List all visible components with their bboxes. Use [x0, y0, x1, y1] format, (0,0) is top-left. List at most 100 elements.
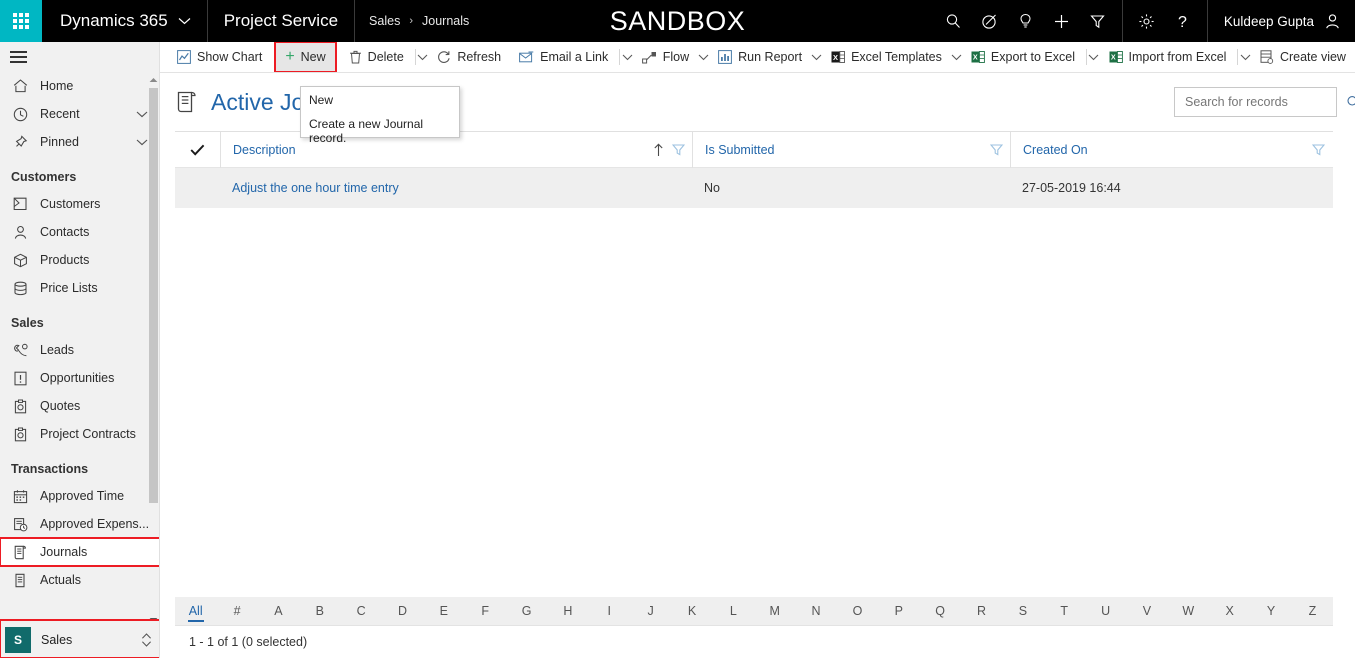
sidebar-item-journals[interactable]: Journals — [0, 538, 160, 566]
delete-button[interactable]: Delete — [340, 43, 413, 71]
email-a-link-button[interactable]: Email a Link — [510, 43, 617, 71]
create-view-button[interactable]: Create view — [1251, 43, 1355, 71]
refresh-button[interactable]: Refresh — [428, 43, 510, 71]
sidebar-item-leads[interactable]: Leads — [0, 336, 160, 364]
plus-icon[interactable] — [1044, 0, 1080, 42]
command-divider-4 — [1237, 49, 1238, 65]
sidebar-item-pinned[interactable]: Pinned — [0, 128, 160, 156]
filter-icon[interactable] — [1312, 143, 1325, 156]
sidebar-group-customers: Customers — [0, 156, 160, 190]
select-all-checkbox[interactable] — [175, 144, 220, 156]
lightbulb-icon[interactable] — [1008, 0, 1044, 42]
alpha-filter-n[interactable]: N — [795, 597, 836, 625]
filter-icon[interactable] — [1080, 0, 1116, 42]
filter-icon[interactable] — [672, 143, 685, 156]
alpha-filter-f[interactable]: F — [465, 597, 506, 625]
row-description-link[interactable]: Adjust the one hour time entry — [232, 181, 399, 195]
alpha-filter-y[interactable]: Y — [1250, 597, 1291, 625]
up-down-chevron-icon[interactable] — [141, 632, 152, 648]
grid-column-description-label: Description — [233, 143, 296, 157]
table-row[interactable]: Adjust the one hour time entry No 27-05-… — [175, 168, 1333, 208]
email-overflow-chevron-icon[interactable] — [622, 43, 633, 71]
run-report-button[interactable]: Run Report — [709, 43, 811, 71]
flow-button[interactable]: Flow — [633, 43, 698, 71]
scroll-up-icon[interactable] — [148, 74, 159, 85]
sidebar-item-home[interactable]: Home — [0, 72, 160, 100]
grid-column-is-submitted[interactable]: Is Submitted — [692, 132, 1010, 168]
alpha-filter-g[interactable]: G — [506, 597, 547, 625]
excel-templates-button[interactable]: X Excel Templates — [822, 43, 951, 71]
sidebar-item-price-lists[interactable]: Price Lists — [0, 274, 160, 302]
alpha-filter-q[interactable]: Q — [919, 597, 960, 625]
sidebar-item-approved-time[interactable]: Approved Time — [0, 482, 160, 510]
alpha-filter-p[interactable]: P — [878, 597, 919, 625]
area-switcher[interactable]: S Sales — [0, 620, 160, 658]
alpha-filter-e[interactable]: E — [423, 597, 464, 625]
waffle-menu-button[interactable] — [0, 0, 42, 42]
sidebar-item-recent[interactable]: Recent — [0, 100, 160, 128]
run-report-chevron-icon[interactable] — [811, 43, 822, 71]
alpha-filter-h[interactable]: H — [547, 597, 588, 625]
alpha-filter-k[interactable]: K — [671, 597, 712, 625]
assistant-icon[interactable] — [972, 0, 1008, 42]
arrow-up-icon[interactable] — [653, 143, 664, 157]
export-to-excel-button[interactable]: X Export to Excel — [962, 43, 1084, 71]
sidebar-collapse-button[interactable] — [0, 42, 159, 72]
new-button[interactable]: + New — [276, 43, 334, 71]
chevron-down-icon[interactable] — [136, 111, 148, 118]
sidebar-item-customers[interactable]: Customers — [0, 190, 160, 218]
filter-icon[interactable] — [990, 143, 1003, 156]
sidebar-item-opportunities[interactable]: Opportunities — [0, 364, 160, 392]
help-icon[interactable]: ? — [1165, 0, 1201, 42]
alpha-filter-b[interactable]: B — [299, 597, 340, 625]
import-excel-chevron-icon[interactable] — [1240, 43, 1251, 71]
alpha-filter-hash[interactable]: # — [216, 597, 257, 625]
alpha-filter-u[interactable]: U — [1085, 597, 1126, 625]
alpha-filter-d[interactable]: D — [382, 597, 423, 625]
breadcrumb-item-journals[interactable]: Journals — [422, 14, 469, 28]
row-is-submitted-value: No — [704, 181, 720, 195]
row-cell-description[interactable]: Adjust the one hour time entry — [220, 168, 692, 208]
sidebar-item-contacts[interactable]: Contacts — [0, 218, 160, 246]
alpha-filter-x[interactable]: X — [1209, 597, 1250, 625]
search-records-box[interactable] — [1174, 87, 1337, 117]
search-icon[interactable] — [936, 0, 972, 42]
pin-icon — [12, 135, 29, 150]
excel-templates-chevron-icon[interactable] — [951, 43, 962, 71]
alpha-filter-m[interactable]: M — [754, 597, 795, 625]
sidebar-scrollbar-thumb[interactable] — [149, 88, 158, 503]
alpha-filter-s[interactable]: S — [1002, 597, 1043, 625]
breadcrumb-item-sales[interactable]: Sales — [369, 14, 400, 28]
alpha-filter-c[interactable]: C — [340, 597, 381, 625]
alpha-filter-r[interactable]: R — [961, 597, 1002, 625]
brand-dynamics365[interactable]: Dynamics 365 — [42, 0, 208, 42]
alpha-filter-i[interactable]: I — [589, 597, 630, 625]
delete-overflow-chevron-icon[interactable] — [417, 43, 428, 71]
alpha-filter-w[interactable]: W — [1168, 597, 1209, 625]
sidebar-item-project-contracts[interactable]: Project Contracts — [0, 420, 160, 448]
alpha-filter-v[interactable]: V — [1126, 597, 1167, 625]
app-name-project-service[interactable]: Project Service — [208, 0, 355, 42]
trash-icon — [349, 50, 362, 64]
sidebar-item-quotes[interactable]: Quotes — [0, 392, 160, 420]
search-icon[interactable] — [1346, 95, 1355, 110]
alpha-filter-l[interactable]: L — [713, 597, 754, 625]
alpha-filter-o[interactable]: O — [837, 597, 878, 625]
gear-icon[interactable] — [1129, 0, 1165, 42]
flow-chevron-icon[interactable] — [698, 43, 709, 71]
alpha-filter-a[interactable]: A — [258, 597, 299, 625]
alpha-filter-all[interactable]: All — [175, 597, 216, 625]
grid-column-created-on[interactable]: Created On — [1010, 132, 1332, 168]
export-excel-chevron-icon[interactable] — [1088, 43, 1099, 71]
alpha-filter-t[interactable]: T — [1044, 597, 1085, 625]
chevron-down-icon[interactable] — [136, 139, 148, 146]
sidebar-item-products[interactable]: Products — [0, 246, 160, 274]
alpha-filter-z[interactable]: Z — [1292, 597, 1333, 625]
sidebar-item-approved-expenses[interactable]: Approved Expens... — [0, 510, 160, 538]
sidebar-item-actuals[interactable]: Actuals — [0, 566, 160, 594]
user-menu[interactable]: Kuldeep Gupta — [1214, 0, 1355, 42]
show-chart-button[interactable]: Show Chart — [168, 43, 271, 71]
import-from-excel-button[interactable]: X Import from Excel — [1100, 43, 1236, 71]
alpha-filter-j[interactable]: J — [630, 597, 671, 625]
search-input[interactable] — [1185, 95, 1346, 109]
